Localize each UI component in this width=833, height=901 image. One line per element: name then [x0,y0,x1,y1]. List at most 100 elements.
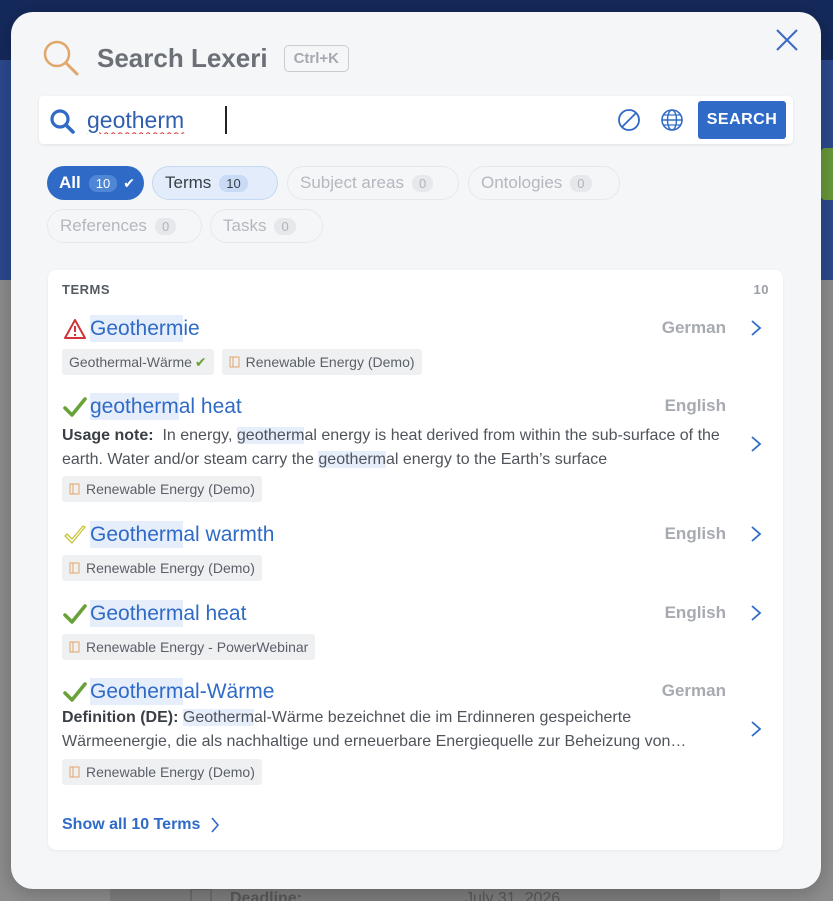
close-button[interactable] [773,26,801,54]
filter-label: References [60,216,147,235]
desc-text: In energy, [162,427,237,444]
chevron-right-icon[interactable] [749,434,763,454]
background-deadline-label: Deadline: [230,890,303,901]
calendar-icon [190,888,212,901]
tag-label: Renewable Energy - PowerWebinar [86,639,309,655]
result-title: Geothermal warmth [90,521,274,548]
filter-count: 0 [411,174,434,192]
modal-header: Search Lexeri Ctrl+K [41,38,349,78]
clear-icon[interactable] [617,108,641,132]
desc-label: Usage note: [62,427,154,444]
chevron-right-icon[interactable] [749,318,763,338]
desc-highlight: geotherm [318,451,386,468]
title-rest: al heat [183,602,247,625]
chevron-right-icon[interactable] [749,603,763,623]
book-icon [69,766,80,778]
result-title: Geothermal-Wärme [90,678,275,705]
result-item[interactable]: Geothermal heat English Renewable Energy… [48,599,783,667]
result-description: Definition (DE): Geothermal-Wärme bezeic… [62,706,732,754]
title-highlight: Geotherm [90,678,184,705]
book-icon [69,641,80,653]
results-header: TERMS 10 [62,282,769,302]
close-icon [776,29,798,51]
search-bar: SEARCH [39,96,793,144]
filter-label: Subject areas [300,173,404,192]
check-icon [62,394,88,420]
chevron-right-icon[interactable] [749,524,763,544]
title-highlight: Geotherm [90,521,184,548]
tag-label: Renewable Energy (Demo) [86,764,255,780]
tag-label: Renewable Energy (Demo) [86,560,255,576]
result-tags: Renewable Energy (Demo) [62,476,262,502]
result-item[interactable]: geothermal heat English Usage note: In e… [48,392,783,510]
filter-all[interactable]: All 10 ✔ [47,166,144,200]
search-input[interactable] [87,102,607,138]
tag-label: Renewable Energy (Demo) [86,481,255,497]
tag-label: Renewable Energy (Demo) [245,354,415,370]
filter-count: 10 [88,174,118,192]
warning-icon [62,316,88,342]
result-tags: Geothermal-Wärme ✔ Renewable Energy (Dem… [62,349,422,375]
filter-label: All [59,173,81,192]
title-rest: ie [183,317,200,340]
text-caret [225,106,227,134]
search-modal: Search Lexeri Ctrl+K geotherm SEARCH All… [11,12,821,889]
chevron-right-icon [211,817,220,833]
title-highlight: geotherm [90,393,179,420]
background-green-button [821,148,833,200]
desc-highlight: Geotherm [182,709,255,726]
tag-subject[interactable]: Renewable Energy - PowerWebinar [62,634,316,660]
section-label: TERMS [62,282,110,297]
result-language: English [664,396,726,415]
tag-subject[interactable]: Renewable Energy (Demo) [62,759,262,785]
result-language: German [661,681,726,700]
globe-icon[interactable] [660,108,684,132]
check-icon: ✔ [123,174,135,191]
filter-label: Tasks [223,216,267,235]
tag-label: Geothermal-Wärme [69,354,192,370]
background-deadline-value: July 31, 2026 [465,890,561,901]
modal-title: Search Lexeri [97,42,268,73]
tag-subject[interactable]: Renewable Energy (Demo) [62,555,262,581]
filter-count: 10 [219,174,248,192]
check-icon [62,679,88,705]
results-panel: TERMS 10 Geothermie German Geothermal-Wä… [48,270,783,850]
show-all-label: Show all 10 Terms [62,816,201,833]
result-title: Geothermal heat [90,600,247,627]
pending-check-icon [62,522,88,548]
check-icon: ✔ [194,353,207,370]
show-all-terms-link[interactable]: Show all 10 Terms [62,816,220,834]
tag-synonym[interactable]: Geothermal-Wärme ✔ [62,349,214,375]
filter-references[interactable]: References 0 [47,209,202,243]
filter-label: Ontologies [481,173,563,192]
tag-subject[interactable]: Renewable Energy (Demo) [221,349,422,375]
filter-ontologies[interactable]: Ontologies 0 [468,166,620,200]
result-title: Geothermie [90,315,200,342]
shortcut-badge: Ctrl+K [283,44,349,72]
result-title: geothermal heat [90,393,242,420]
search-button[interactable]: SEARCH [698,101,786,139]
result-language: English [664,524,726,543]
title-highlight: Geotherm [90,315,184,342]
title-rest: al heat [178,395,242,418]
filter-count: 0 [570,174,592,192]
chevron-right-icon[interactable] [749,719,763,739]
result-language: English [664,603,726,622]
result-title-row: Geothermal warmth [62,520,274,550]
filter-tasks[interactable]: Tasks 0 [210,209,323,243]
result-tags: Renewable Energy (Demo) [62,555,262,581]
result-item[interactable]: Geothermal-Wärme German Definition (DE):… [48,677,783,797]
filter-count: 0 [274,217,296,235]
result-item[interactable]: Geothermal warmth English Renewable Ener… [48,520,783,588]
tag-subject[interactable]: Renewable Energy (Demo) [62,476,262,502]
filter-subject-areas[interactable]: Subject areas 0 [287,166,459,200]
filter-label: Terms [165,173,212,192]
result-item[interactable]: Geothermie German Geothermal-Wärme ✔ Ren… [48,314,783,382]
title-rest: al-Wärme [183,680,275,703]
search-icon [49,108,75,134]
filter-terms[interactable]: Terms 10 [152,166,278,200]
desc-highlight: geotherm [236,427,305,444]
book-icon [229,356,240,368]
book-icon [69,562,80,574]
search-logo-icon [43,40,79,76]
